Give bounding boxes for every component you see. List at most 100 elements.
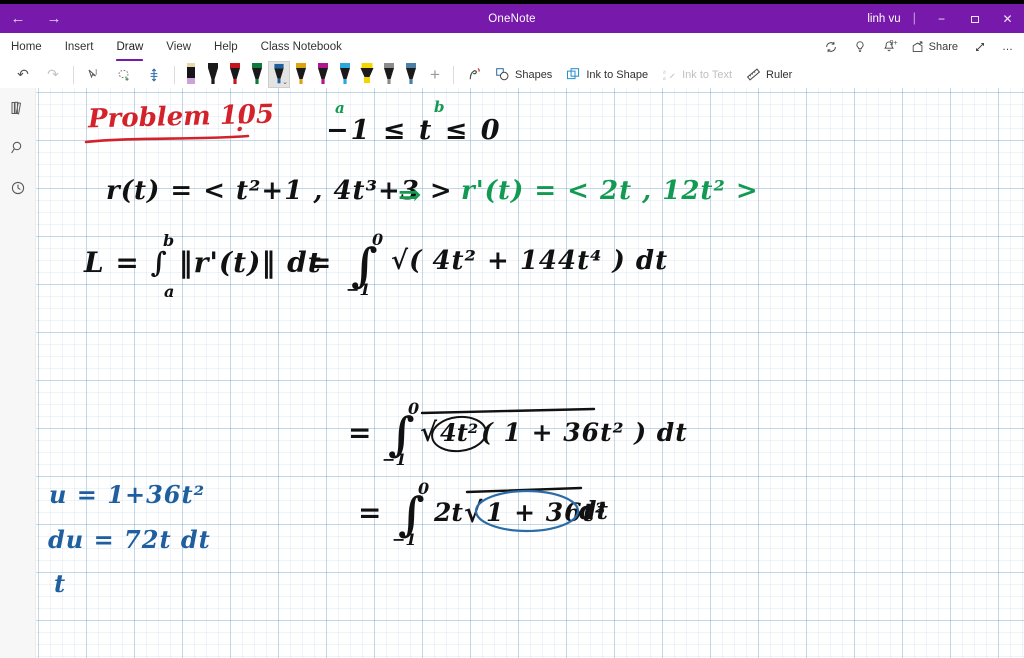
pen-cyan-button[interactable] — [334, 61, 356, 88]
ink-integrand3-radical: √ — [464, 496, 483, 529]
tell-me-button[interactable] — [846, 36, 874, 58]
notification-badge: 9+ — [889, 40, 898, 47]
share-label: Share — [928, 41, 958, 53]
back-button[interactable]: ← — [0, 4, 36, 33]
ink-usub-du: du = 72t dt — [48, 525, 211, 554]
restore-button[interactable] — [958, 4, 991, 33]
ink-line3-marks-layer — [420, 407, 596, 453]
svg-text:I: I — [95, 68, 98, 76]
notifications-button[interactable]: 9+ — [875, 36, 903, 58]
lasso-select-icon — [118, 69, 129, 81]
ink-replay-button[interactable] — [459, 62, 489, 87]
vertical-move-icon — [150, 67, 158, 82]
share-button[interactable]: Share — [904, 36, 965, 58]
svg-text:a: a — [663, 70, 666, 76]
svg-text:a: a — [663, 76, 666, 82]
ink-integral3-lower: −1 — [392, 530, 417, 549]
title-separator: | — [912, 10, 916, 25]
close-button[interactable]: ✕ — [991, 4, 1024, 33]
ink-to-shape-icon — [566, 67, 581, 82]
panning-hand-tool-button[interactable] — [139, 62, 169, 87]
forward-button[interactable]: → — [36, 4, 72, 33]
clock-icon — [11, 181, 24, 195]
search-button[interactable] — [3, 134, 33, 162]
tab-insert[interactable]: Insert — [54, 36, 105, 59]
ink-to-text-label: Ink to Text — [682, 68, 733, 81]
ink-replay-icon — [469, 67, 480, 80]
draw-ribbon: ↶ ↷ I ⌄ + Shapes Ink to Shape a a Ink to… — [0, 61, 1024, 88]
title-bar-right: linh vu | − ✕ — [857, 4, 1024, 33]
ribbon-tab-bar: Home Insert Draw View Help Class Noteboo… — [0, 33, 1024, 62]
lasso-select-tool-button[interactable] — [109, 62, 139, 87]
full-screen-button[interactable] — [966, 36, 994, 58]
highlighter-steel-blue-button[interactable] — [400, 61, 422, 88]
ink-to-text-button[interactable]: a a Ink to Text — [656, 62, 740, 87]
pen-gray-button[interactable] — [378, 61, 400, 88]
steel-blue-highlighter-icon — [406, 63, 416, 84]
pen-eraser-lavender-button[interactable] — [180, 61, 202, 88]
pen-blue-button[interactable]: ⌄ — [268, 61, 290, 88]
ink-integral1-lower: −1 — [346, 280, 371, 299]
restore-icon — [970, 15, 979, 23]
sync-button[interactable] — [817, 36, 845, 58]
ink-usub-t: t — [54, 569, 66, 598]
pen-green-button[interactable] — [246, 61, 268, 88]
ink-integrand2-radical: √ — [420, 418, 438, 448]
ink-radical-bar-line4 — [465, 486, 583, 494]
left-navigation-rail — [0, 88, 36, 658]
magenta-pen-icon — [318, 63, 328, 84]
ink-line4-marks-layer — [465, 486, 583, 533]
expand-arrow-icon — [973, 40, 987, 54]
ink-equals-2: = — [348, 416, 372, 449]
ruler-label: Ruler — [766, 68, 793, 81]
shapes-button[interactable]: Shapes — [489, 62, 560, 87]
ink-title-colon: : — [236, 108, 245, 137]
text-select-icon: I — [88, 68, 98, 78]
gold-pen-icon — [296, 63, 306, 84]
ink-integrand3-dt: dt — [579, 496, 609, 525]
notebooks-button[interactable] — [3, 94, 33, 122]
text-select-tool-button[interactable]: I — [79, 62, 109, 87]
more-options-button[interactable]: … — [995, 37, 1020, 57]
gray-pen-icon — [384, 63, 394, 84]
ribbon-divider-3 — [453, 65, 454, 84]
ink-arclength-expression: L = ∫ ‖r'(t)‖ dt — [84, 246, 322, 279]
share-icon — [911, 40, 925, 54]
tab-class-notebook[interactable]: Class Notebook — [250, 36, 353, 59]
pen-red-button[interactable] — [224, 61, 246, 88]
pen-options-chevron-down-icon[interactable]: ⌄ — [282, 78, 288, 86]
ink-to-shape-label: Ink to Shape — [586, 68, 649, 81]
pen-gold-button[interactable] — [290, 61, 312, 88]
highlighter-yellow-button[interactable] — [356, 61, 378, 88]
ink-to-shape-button[interactable]: Ink to Shape — [560, 62, 656, 87]
tab-view[interactable]: View — [155, 36, 202, 59]
minimize-button[interactable]: − — [925, 4, 958, 33]
ribbon-tab-bar-right: 9+ Share … — [817, 33, 1020, 61]
pen-magenta-button[interactable] — [312, 61, 334, 88]
add-pen-button[interactable]: + — [422, 62, 448, 87]
green-pen-icon — [252, 63, 262, 84]
notebooks-icon — [11, 101, 21, 115]
redo-button[interactable]: ↷ — [38, 62, 68, 87]
ink-usub-u: u = 1+36t² — [49, 480, 206, 509]
ruler-icon — [746, 67, 761, 82]
tab-draw[interactable]: Draw — [105, 36, 154, 62]
undo-button[interactable]: ↶ — [8, 62, 38, 87]
recent-notes-button[interactable] — [3, 174, 33, 202]
cyan-pen-icon — [340, 63, 350, 84]
ink-integrand1: √( 4t² + 144t⁴ ) dt — [391, 246, 669, 276]
ink-equals-3: = — [358, 496, 382, 529]
yellow-highlighter-icon — [360, 63, 374, 83]
account-name[interactable]: linh vu — [857, 13, 910, 25]
lightbulb-icon — [853, 40, 867, 54]
pen-black-button[interactable] — [202, 61, 224, 88]
ruler-button[interactable]: Ruler — [740, 62, 800, 87]
title-bar: ← → OneNote linh vu | − ✕ — [0, 4, 1024, 33]
ink-implies-arrow: ⇒ — [398, 178, 422, 211]
ribbon-divider-2 — [174, 65, 175, 84]
ink-bounds-inequality: −1 ≤ t ≤ 0 — [326, 115, 502, 146]
note-page-canvas[interactable]: Problem 105 : a b −1 ≤ t ≤ 0 r(t) = < t²… — [36, 88, 1024, 658]
tab-help[interactable]: Help — [203, 36, 249, 59]
tab-home[interactable]: Home — [0, 36, 53, 59]
ink-radical-bar-line3 — [420, 407, 596, 415]
